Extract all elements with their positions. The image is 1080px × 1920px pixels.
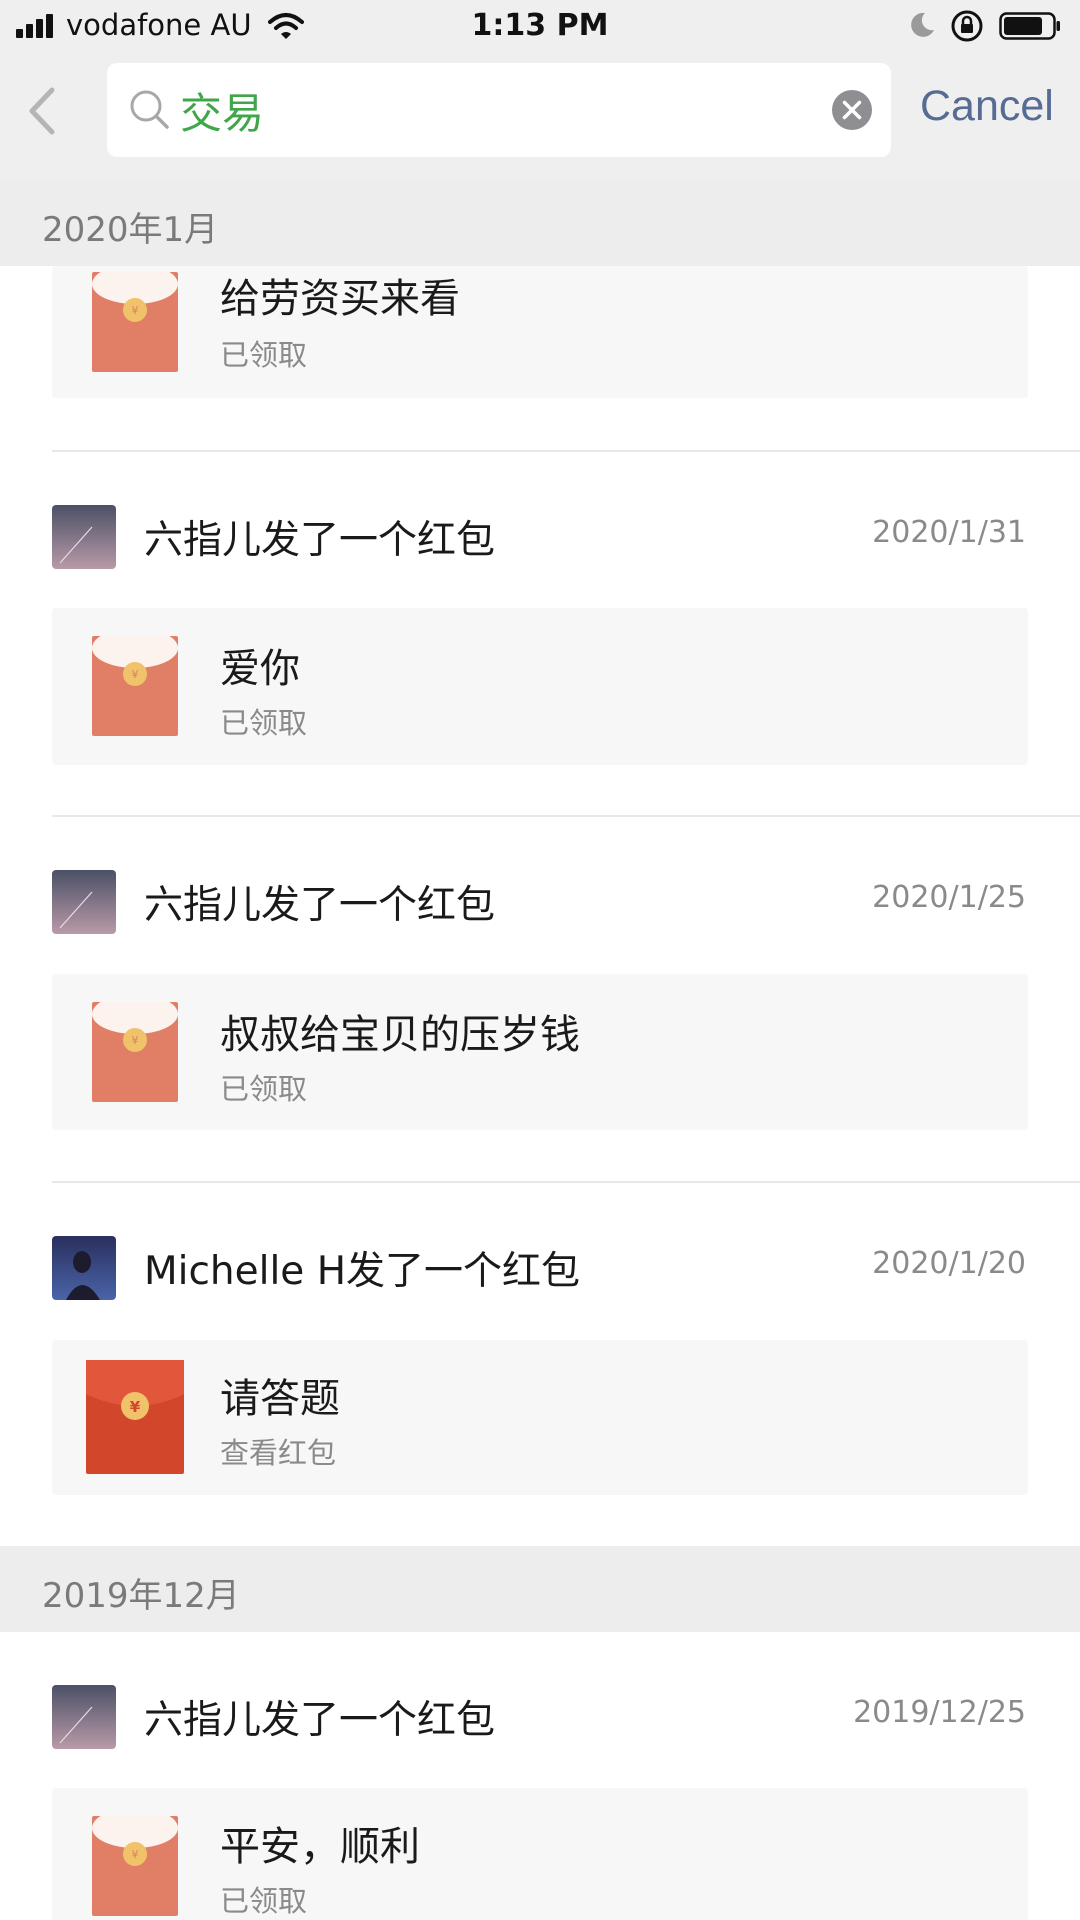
svg-text:¥: ¥ <box>132 304 139 317</box>
top-bar: vodafone AU 1:13 PM 交易 Cancel 2020年1月 <box>0 0 1080 266</box>
avatar <box>52 1685 116 1749</box>
list-item-header[interactable]: 六指儿发了一个红包 2020/1/31 <box>0 503 1080 573</box>
packet-status: 已领取 <box>220 338 308 372</box>
packet-status: 已领取 <box>220 1884 308 1918</box>
red-packet-card[interactable]: ¥ 爱你 已领取 <box>52 608 1028 765</box>
item-date: 2020/1/20 <box>872 1246 1026 1281</box>
list-item-header[interactable]: 六指儿发了一个红包 2019/12/25 <box>0 1683 1080 1753</box>
packet-message: 给劳资买来看 <box>220 276 460 322</box>
section-header: 2020年1月 <box>0 180 1080 266</box>
section-label: 2020年1月 <box>42 210 219 250</box>
chevron-left-icon[interactable] <box>22 86 62 136</box>
sender-title: 六指儿发了一个红包 <box>144 518 496 563</box>
svg-text:¥: ¥ <box>132 1034 139 1047</box>
packet-message: 叔叔给宝贝的压岁钱 <box>220 1012 580 1058</box>
clear-icon[interactable] <box>831 89 873 131</box>
divider <box>52 1181 1080 1183</box>
red-packet-icon: ¥ <box>92 1002 178 1102</box>
red-packet-card[interactable]: ¥ 请答题 查看红包 <box>52 1340 1028 1495</box>
search-input[interactable]: 交易 <box>107 63 891 157</box>
packet-status: 查看红包 <box>220 1436 337 1470</box>
svg-text:¥: ¥ <box>132 1848 139 1861</box>
do-not-disturb-icon <box>911 12 934 37</box>
divider <box>52 450 1080 452</box>
search-query[interactable]: 交易 <box>180 80 264 141</box>
search-icon <box>130 90 169 129</box>
sender-title: 六指儿发了一个红包 <box>144 1698 496 1743</box>
section-label: 2019年12月 <box>42 1576 240 1616</box>
red-packet-card[interactable]: ¥ 平安，顺利 已领取 <box>52 1788 1028 1920</box>
svg-text:¥: ¥ <box>132 668 139 681</box>
packet-message: 爱你 <box>220 646 300 692</box>
packet-message: 平安，顺利 <box>220 1824 420 1870</box>
list-item-header[interactable]: Michelle H发了一个红包 2020/1/20 <box>0 1234 1080 1304</box>
packet-status: 已领取 <box>220 706 308 740</box>
avatar <box>52 870 116 934</box>
red-packet-icon: ¥ <box>92 636 178 736</box>
avatar <box>52 505 116 569</box>
sender-title: Michelle H发了一个红包 <box>144 1249 581 1294</box>
status-bar: vodafone AU 1:13 PM <box>0 0 1080 52</box>
orientation-lock-icon <box>951 10 983 42</box>
packet-message: 请答题 <box>220 1376 340 1422</box>
divider <box>52 815 1080 817</box>
section-header: 2019年12月 <box>0 1546 1080 1632</box>
item-date: 2020/1/25 <box>872 880 1026 915</box>
cancel-button[interactable]: Cancel <box>920 82 1054 131</box>
red-packet-icon: ¥ <box>92 272 178 372</box>
red-packet-icon: ¥ <box>92 1816 178 1916</box>
item-date: 2020/1/31 <box>872 515 1026 550</box>
list-item-header[interactable]: 六指儿发了一个红包 2020/1/25 <box>0 868 1080 938</box>
avatar <box>52 1236 116 1300</box>
packet-status: 已领取 <box>220 1072 308 1106</box>
sender-title: 六指儿发了一个红包 <box>144 883 496 928</box>
svg-text:¥: ¥ <box>130 1398 141 1416</box>
battery-icon <box>999 12 1060 40</box>
red-packet-card[interactable]: ¥ 叔叔给宝贝的压岁钱 已领取 <box>52 974 1028 1130</box>
red-packet-card[interactable]: ¥ 给劳资买来看 已领取 <box>52 266 1028 398</box>
red-packet-icon: ¥ <box>86 1360 184 1474</box>
item-date: 2019/12/25 <box>853 1695 1026 1730</box>
